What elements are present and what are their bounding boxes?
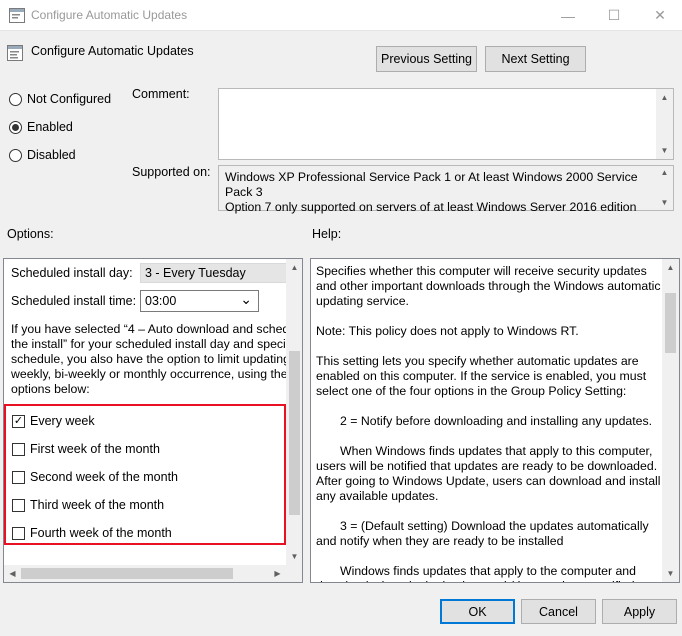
scroll-down-icon[interactable]: ▼ xyxy=(656,196,673,210)
checkbox-third-week-label: Third week of the month xyxy=(30,498,165,512)
close-button[interactable]: ✕ xyxy=(637,0,682,31)
options-description: If you have selected “4 – Auto download … xyxy=(11,322,287,397)
check-icon: ✓ xyxy=(13,414,24,427)
help-paragraph: 2 = Notify before downloading and instal… xyxy=(340,414,653,428)
previous-setting-button[interactable]: Previous Setting xyxy=(376,46,477,72)
options-description-line: schedule, you also have the option to li… xyxy=(11,352,287,366)
options-panel: Scheduled install day: 3 - Every Tuesday… xyxy=(3,258,303,583)
checkbox-first-week-label: First week of the month xyxy=(30,442,160,456)
help-vertical-scrollbar[interactable]: ▲ ▼ xyxy=(662,259,679,582)
checkbox-every-week-label: Every week xyxy=(30,414,95,428)
radio-disabled-indicator[interactable] xyxy=(9,148,22,162)
scroll-up-icon[interactable]: ▲ xyxy=(656,89,673,106)
apply-button[interactable]: Apply xyxy=(602,599,677,624)
policy-window-icon xyxy=(9,8,25,23)
comment-field[interactable]: ▲ ▼ xyxy=(218,88,674,160)
checkbox-second-week-label: Second week of the month xyxy=(30,470,179,484)
radio-enabled-indicator[interactable] xyxy=(9,120,22,134)
help-text: Specifies whether this computer will rec… xyxy=(316,264,662,582)
scroll-up-icon[interactable]: ▲ xyxy=(286,259,302,276)
scroll-down-icon[interactable]: ▼ xyxy=(656,142,673,159)
radio-not-configured[interactable]: Not Configured xyxy=(9,92,111,106)
close-icon: ✕ xyxy=(654,7,666,23)
ok-button[interactable]: OK xyxy=(440,599,515,624)
install-day-label: Scheduled install day: xyxy=(11,266,133,280)
comment-scrollbar[interactable]: ▲ ▼ xyxy=(656,89,673,159)
maximize-button[interactable]: ☐ xyxy=(591,0,637,31)
policy-setting-icon xyxy=(7,45,23,61)
help-paragraph: 3 = (Default setting) Download the updat… xyxy=(316,519,649,548)
policy-title: Configure Automatic Updates xyxy=(31,44,194,58)
radio-disabled-label: Disabled xyxy=(27,148,76,162)
options-description-line: If you have selected “4 – Auto download … xyxy=(11,322,287,336)
options-heading: Options: xyxy=(7,227,54,241)
supported-scrollbar[interactable]: ▲ ▼ xyxy=(656,166,673,210)
scroll-left-icon[interactable]: ◀ xyxy=(4,565,21,582)
install-time-label: Scheduled install time: xyxy=(11,294,137,308)
help-paragraph: This setting lets you specify whether au… xyxy=(316,354,647,398)
radio-not-configured-label: Not Configured xyxy=(27,92,112,106)
chevron-down-icon: ⌄ xyxy=(240,291,252,307)
options-vertical-thumb[interactable] xyxy=(289,351,300,515)
help-paragraph: Specifies whether this computer will rec… xyxy=(316,264,661,308)
options-vertical-scrollbar[interactable]: ▲ ▼ xyxy=(286,259,302,565)
scroll-right-icon[interactable]: ▶ xyxy=(269,565,286,582)
help-vertical-thumb[interactable] xyxy=(665,293,676,353)
help-heading: Help: xyxy=(312,227,342,241)
checkbox-every-week[interactable]: ✓ Every week xyxy=(12,414,95,428)
help-panel: Specifies whether this computer will rec… xyxy=(310,258,680,583)
maximize-icon: ☐ xyxy=(607,7,621,23)
checkbox-every-week-indicator[interactable]: ✓ xyxy=(12,414,25,428)
minimize-button[interactable]: — xyxy=(545,0,591,31)
options-horizontal-thumb[interactable] xyxy=(21,568,233,579)
checkbox-second-week[interactable]: Second week of the month xyxy=(12,470,178,484)
install-day-select[interactable]: 3 - Every Tuesday xyxy=(140,263,287,283)
checkbox-second-week-indicator[interactable] xyxy=(12,470,25,484)
window-title: Configure Automatic Updates xyxy=(31,8,188,22)
supported-on-line-2: Option 7 only supported on servers of at… xyxy=(225,200,637,214)
cancel-button[interactable]: Cancel xyxy=(521,599,596,624)
radio-disabled[interactable]: Disabled xyxy=(9,148,76,162)
options-description-line: the install” for your scheduled install … xyxy=(11,337,287,351)
checkbox-first-week-indicator[interactable] xyxy=(12,442,25,456)
next-setting-button[interactable]: Next Setting xyxy=(485,46,586,72)
help-paragraph: Windows finds updates that apply to the … xyxy=(316,564,636,582)
options-description-line: weekly, bi-weekly or monthly occurrence,… xyxy=(11,367,287,381)
checkbox-fourth-week-label: Fourth week of the month xyxy=(30,526,172,540)
scroll-up-icon[interactable]: ▲ xyxy=(656,166,673,180)
options-description-line: options below: xyxy=(11,382,90,396)
install-time-select[interactable]: 03:00 ⌄ xyxy=(140,290,259,312)
checkbox-first-week[interactable]: First week of the month xyxy=(12,442,160,456)
scroll-down-icon[interactable]: ▼ xyxy=(286,548,302,565)
supported-on-line-1: Windows XP Professional Service Pack 1 o… xyxy=(225,170,638,199)
title-bar: Configure Automatic Updates — ☐ ✕ xyxy=(0,0,682,31)
scroll-up-icon[interactable]: ▲ xyxy=(662,259,679,276)
supported-on-field: Windows XP Professional Service Pack 1 o… xyxy=(218,165,674,214)
comment-label: Comment: xyxy=(132,87,190,101)
checkbox-fourth-week-indicator[interactable] xyxy=(12,526,25,540)
radio-enabled-label: Enabled xyxy=(27,120,73,134)
help-paragraph: Note: This policy does not apply to Wind… xyxy=(316,324,579,338)
options-horizontal-scrollbar[interactable]: ◀ ▶ xyxy=(4,565,286,582)
checkbox-third-week-indicator[interactable] xyxy=(12,498,25,512)
checkbox-fourth-week[interactable]: Fourth week of the month xyxy=(12,526,172,540)
radio-not-configured-indicator[interactable] xyxy=(9,92,22,106)
checkbox-third-week[interactable]: Third week of the month xyxy=(12,498,164,512)
scrollbar-corner xyxy=(286,565,302,582)
scroll-down-icon[interactable]: ▼ xyxy=(662,565,679,582)
supported-on-label: Supported on: xyxy=(132,165,211,179)
minimize-icon: — xyxy=(561,7,575,24)
install-time-value: 03:00 xyxy=(145,294,177,308)
radio-enabled[interactable]: Enabled xyxy=(9,120,73,134)
help-paragraph: When Windows finds updates that apply to… xyxy=(316,444,661,503)
